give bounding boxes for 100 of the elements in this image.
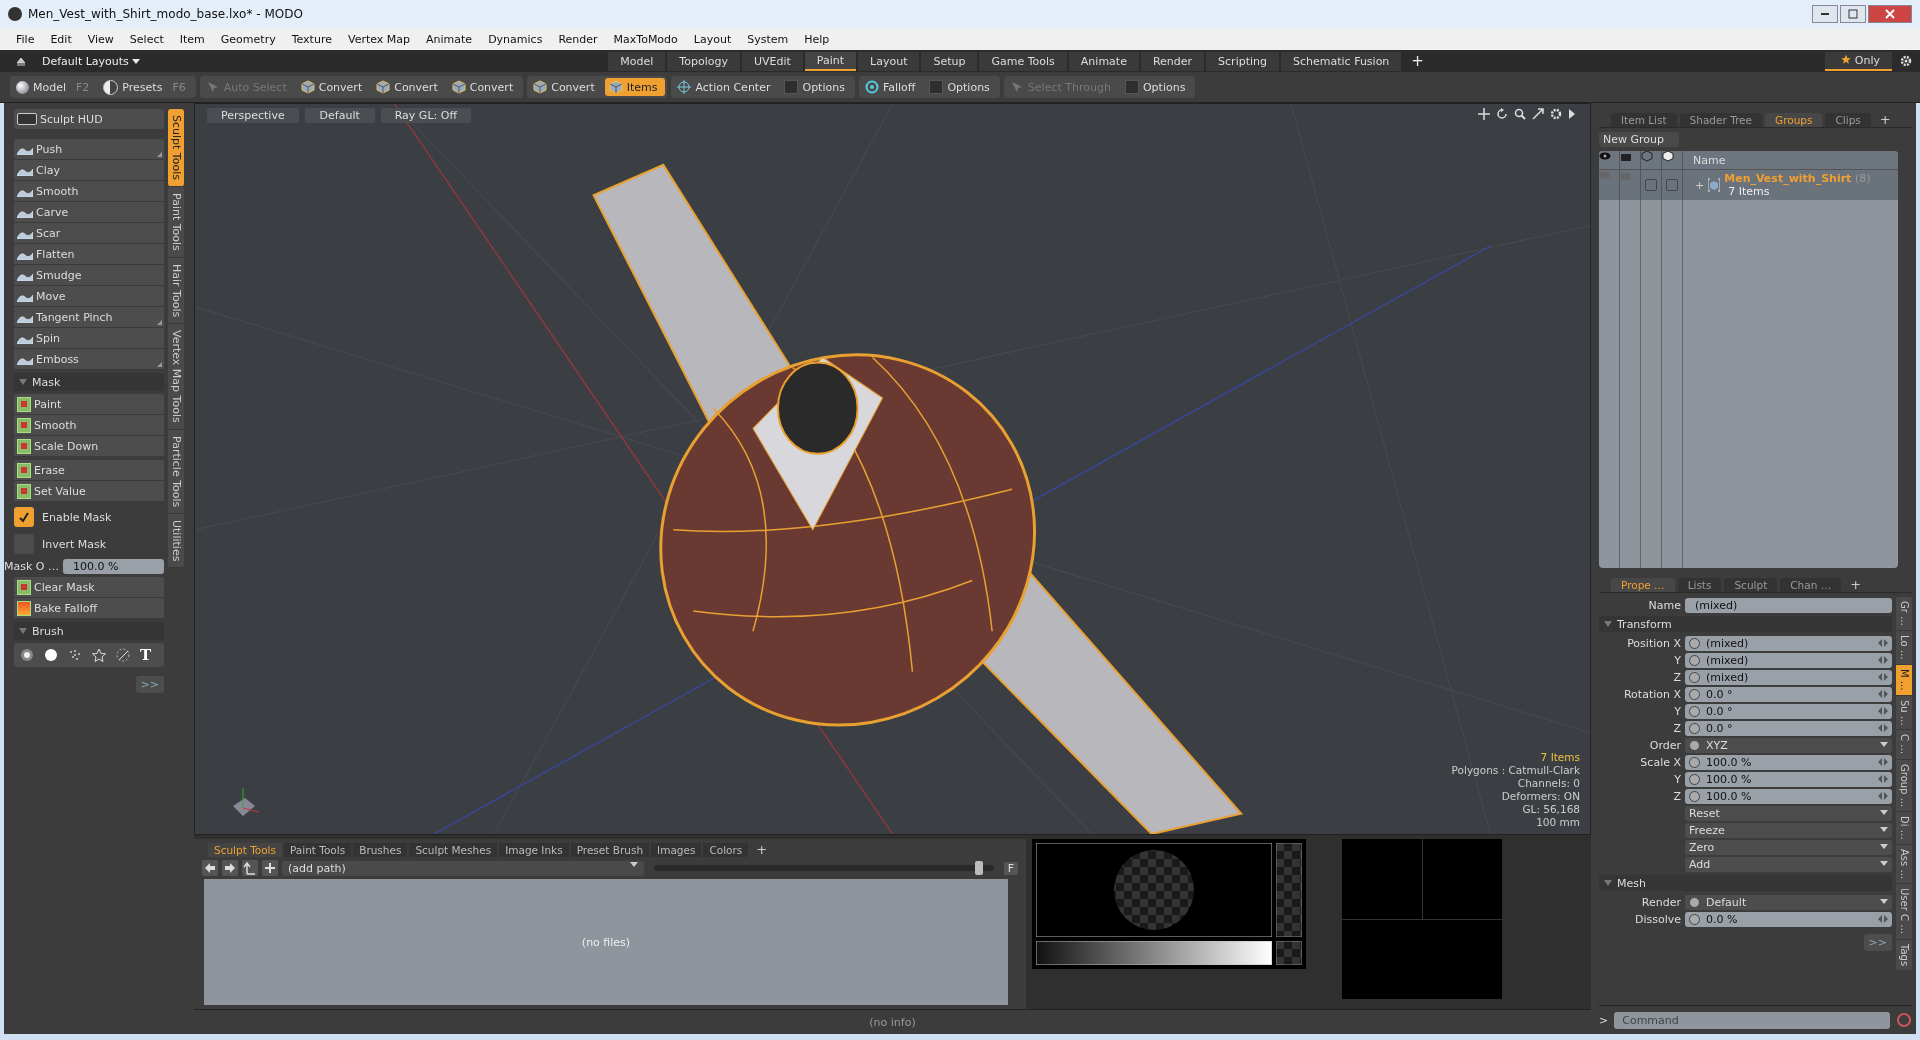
toolbar-button[interactable]: Convert: [372, 78, 446, 96]
toolbar-button[interactable]: Options: [925, 78, 998, 96]
keyframe-dot-icon[interactable]: [1689, 739, 1700, 751]
toolbar-button[interactable]: Options: [780, 78, 853, 96]
toolbar-button[interactable]: Items: [604, 78, 666, 96]
sculpt-tool-button[interactable]: Clay: [14, 160, 164, 181]
stepper-arrows-icon[interactable]: [1878, 673, 1888, 681]
menu-item[interactable]: Dynamics: [480, 32, 551, 46]
panel-tab[interactable]: Prope …: [1611, 578, 1675, 592]
keyframe-dot-icon[interactable]: [1689, 705, 1700, 717]
stepper-arrows-icon[interactable]: [1878, 707, 1888, 715]
browser-tab[interactable]: Brushes: [353, 843, 408, 857]
layout-tab[interactable]: Setup: [921, 51, 978, 71]
toolbar-button[interactable]: Action Center: [673, 78, 779, 96]
keyframe-dot-icon[interactable]: [1689, 654, 1700, 666]
minimize-button[interactable]: [1812, 5, 1838, 23]
dropdown-field[interactable]: XYZ: [1685, 737, 1892, 753]
new-group-button[interactable]: New Group: [1599, 132, 1679, 147]
layout-dropdown[interactable]: Default Layouts: [42, 54, 141, 68]
sculpt-tool-button[interactable]: Carve: [14, 202, 164, 223]
toolbar-button[interactable]: Convert: [447, 78, 522, 96]
side-tab[interactable]: M …: [1896, 664, 1912, 696]
side-tab[interactable]: Di …: [1896, 812, 1912, 845]
mask-section-header[interactable]: Mask: [14, 373, 164, 391]
viewport-option-button[interactable]: Ray GL: Off: [380, 108, 471, 123]
stroke-brush-icon[interactable]: [116, 648, 130, 662]
layout-tab[interactable]: Paint: [804, 51, 857, 71]
command-field[interactable]: Command: [1614, 1011, 1890, 1029]
action-dropdown[interactable]: Zero: [1685, 839, 1892, 855]
sculpt-tool-button[interactable]: Scar: [14, 223, 164, 244]
number-field[interactable]: 100.0 %: [1685, 754, 1892, 770]
sculpt-tool-button[interactable]: Smooth: [14, 181, 164, 202]
stepper-arrows-icon[interactable]: [1878, 690, 1888, 698]
side-tab[interactable]: User C …: [1896, 884, 1912, 940]
section-header[interactable]: Mesh: [1599, 875, 1892, 891]
browser-tab[interactable]: Images: [651, 843, 702, 857]
add-icon[interactable]: [262, 860, 278, 876]
keyframe-dot-icon[interactable]: [1689, 722, 1700, 734]
stepper-arrows-icon[interactable]: [1878, 758, 1888, 766]
sculpt-tool-button[interactable]: Push: [14, 139, 164, 160]
soft-brush-icon[interactable]: [20, 648, 34, 662]
record-icon[interactable]: [1896, 1012, 1912, 1028]
up-folder-icon[interactable]: [242, 860, 258, 876]
browser-tab[interactable]: Sculpt Tools: [208, 843, 282, 857]
spray-brush-icon[interactable]: [68, 648, 82, 662]
number-field[interactable]: 0.0 °: [1685, 686, 1892, 702]
menu-item[interactable]: Render: [550, 32, 606, 46]
stepper-arrows-icon[interactable]: [1878, 639, 1888, 647]
forward-arrow-icon[interactable]: [222, 860, 238, 876]
number-field[interactable]: 100.0 %: [1685, 788, 1892, 804]
brush-section-header[interactable]: Brush: [14, 622, 164, 640]
layout-tab[interactable]: Model: [608, 51, 666, 71]
tool-tab[interactable]: Utilities: [168, 513, 184, 569]
side-tab[interactable]: C …: [1896, 730, 1912, 760]
panel-tab[interactable]: Chan …: [1780, 578, 1842, 592]
mask-tool-button[interactable]: Smooth: [14, 415, 164, 436]
menu-item[interactable]: Texture: [283, 32, 340, 46]
path-dropdown[interactable]: (add path): [282, 860, 644, 876]
toolbar-button[interactable]: Convert: [296, 78, 371, 96]
browser-tab[interactable]: Sculpt Meshes: [409, 843, 498, 857]
tool-tab[interactable]: Sculpt Tools: [168, 109, 184, 187]
toolbar-button[interactable]: Options: [1120, 78, 1194, 96]
panel-tab[interactable]: Groups: [1765, 113, 1823, 127]
hard-brush-icon[interactable]: [44, 648, 58, 662]
viewport-option-button[interactable]: Default: [304, 108, 375, 123]
number-field[interactable]: (mixed): [1685, 669, 1892, 685]
menu-item[interactable]: MaxToModo: [605, 32, 686, 46]
viewport-option-button[interactable]: Perspective: [207, 108, 299, 123]
menu-item[interactable]: File: [8, 32, 43, 46]
keyframe-dot-icon[interactable]: [1689, 671, 1700, 683]
layout-tab[interactable]: UVEdit: [741, 51, 803, 71]
layout-tab[interactable]: Game Tools: [979, 51, 1067, 71]
browser-tab[interactable]: Paint Tools: [284, 843, 352, 857]
browser-tab[interactable]: Image Inks: [499, 843, 569, 857]
dropdown-field[interactable]: Default: [1685, 894, 1892, 910]
number-field[interactable]: 0.0 °: [1685, 720, 1892, 736]
menu-item[interactable]: Edit: [42, 32, 80, 46]
more-button[interactable]: >>: [135, 676, 164, 693]
menu-item[interactable]: Layout: [685, 32, 740, 46]
menu-item[interactable]: Help: [796, 32, 838, 46]
action-dropdown[interactable]: Reset: [1685, 805, 1892, 821]
expand-arrow-icon[interactable]: [1568, 108, 1576, 120]
toolbar-button[interactable]: Falloff: [860, 78, 924, 96]
mask-tool-button[interactable]: Scale Down: [14, 436, 164, 457]
side-tab[interactable]: Lo …: [1896, 631, 1912, 665]
keyframe-dot-icon[interactable]: [1689, 790, 1700, 802]
checkbox[interactable]: [1666, 179, 1678, 191]
tool-tab[interactable]: Hair Tools: [168, 257, 184, 324]
number-field[interactable]: (mixed): [1685, 635, 1892, 651]
keyframe-dot-icon[interactable]: [1689, 688, 1700, 700]
tool-tab[interactable]: Vertex Map Tools: [168, 323, 184, 430]
panel-tab[interactable]: Item List: [1611, 113, 1677, 127]
name-field[interactable]: (mixed): [1685, 597, 1892, 613]
rotate-icon[interactable]: [1496, 108, 1508, 120]
number-field[interactable]: 100.0 %: [1685, 771, 1892, 787]
action-dropdown[interactable]: Add: [1685, 856, 1892, 872]
mask-tool-button[interactable]: Erase: [14, 460, 164, 481]
mask-tool-button[interactable]: Set Value: [14, 481, 164, 502]
tool-tab[interactable]: Particle Tools: [168, 429, 184, 514]
menu-item[interactable]: System: [739, 32, 797, 46]
